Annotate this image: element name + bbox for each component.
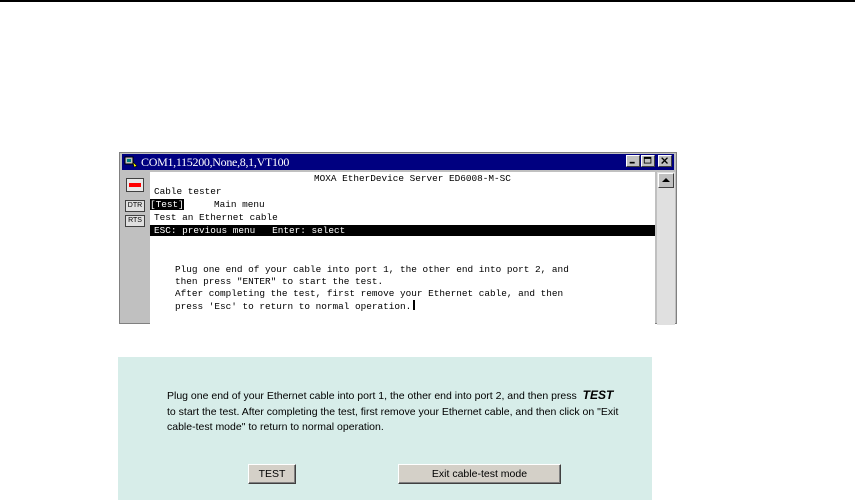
- dtr-indicator: DTR: [125, 200, 145, 212]
- scroll-up-button[interactable]: [658, 173, 674, 188]
- close-icon: [661, 157, 668, 164]
- menu-item-main[interactable]: Main menu: [214, 199, 265, 210]
- instructions-part: Plug one end of your Ethernet cable into…: [167, 390, 577, 402]
- menu-item-test[interactable]: [Test]: [150, 199, 184, 210]
- screen-header: MOXA EtherDevice Server ED6008-M-SC: [314, 173, 511, 184]
- maximize-icon: [643, 156, 652, 164]
- close-button[interactable]: [658, 155, 672, 167]
- test-button[interactable]: TEST: [248, 464, 296, 484]
- top-rule: [0, 0, 855, 2]
- terminal-window: COM1,115200,None,8,1,VT100 DTR RTS MOXA …: [119, 152, 677, 325]
- led-panel: DTR RTS: [122, 172, 148, 322]
- screen-message-line: then press "ENTER" to start the test.: [175, 276, 384, 287]
- terminal-titlebar[interactable]: COM1,115200,None,8,1,VT100: [122, 154, 674, 170]
- minimize-button[interactable]: [626, 155, 640, 167]
- window-title: COM1,115200,None,8,1,VT100: [141, 154, 290, 169]
- instructions-text: Plug one end of your Ethernet cable into…: [167, 388, 627, 436]
- exit-cable-test-button[interactable]: Exit cable-test mode: [398, 464, 561, 484]
- minimize-icon: [629, 161, 635, 164]
- terminal-app-icon: [124, 156, 138, 168]
- status-bar: ESC: previous menu Enter: select: [150, 225, 655, 236]
- terminal-screen[interactable]: MOXA EtherDevice Server ED6008-M-SC Cabl…: [150, 172, 655, 325]
- screen-message-line: Plug one end of your cable into port 1, …: [175, 264, 569, 275]
- instructions-part: to start the test. After completing the …: [167, 405, 619, 434]
- menu-description: Test an Ethernet cable: [154, 212, 278, 223]
- text-cursor: [413, 300, 416, 310]
- instructions-emphasis: TEST: [582, 388, 614, 402]
- status-led: [126, 178, 144, 192]
- screen-subtitle: Cable tester: [154, 186, 222, 197]
- vertical-scrollbar[interactable]: [657, 172, 675, 325]
- maximize-button[interactable]: [641, 155, 655, 167]
- web-panel: Plug one end of your Ethernet cable into…: [118, 357, 652, 500]
- screen-message-text: press 'Esc' to return to normal operatio…: [175, 301, 412, 312]
- screen-message-line: After completing the test, first remove …: [175, 288, 564, 299]
- screen-message-line: press 'Esc' to return to normal operatio…: [175, 300, 416, 312]
- rts-indicator: RTS: [125, 215, 145, 227]
